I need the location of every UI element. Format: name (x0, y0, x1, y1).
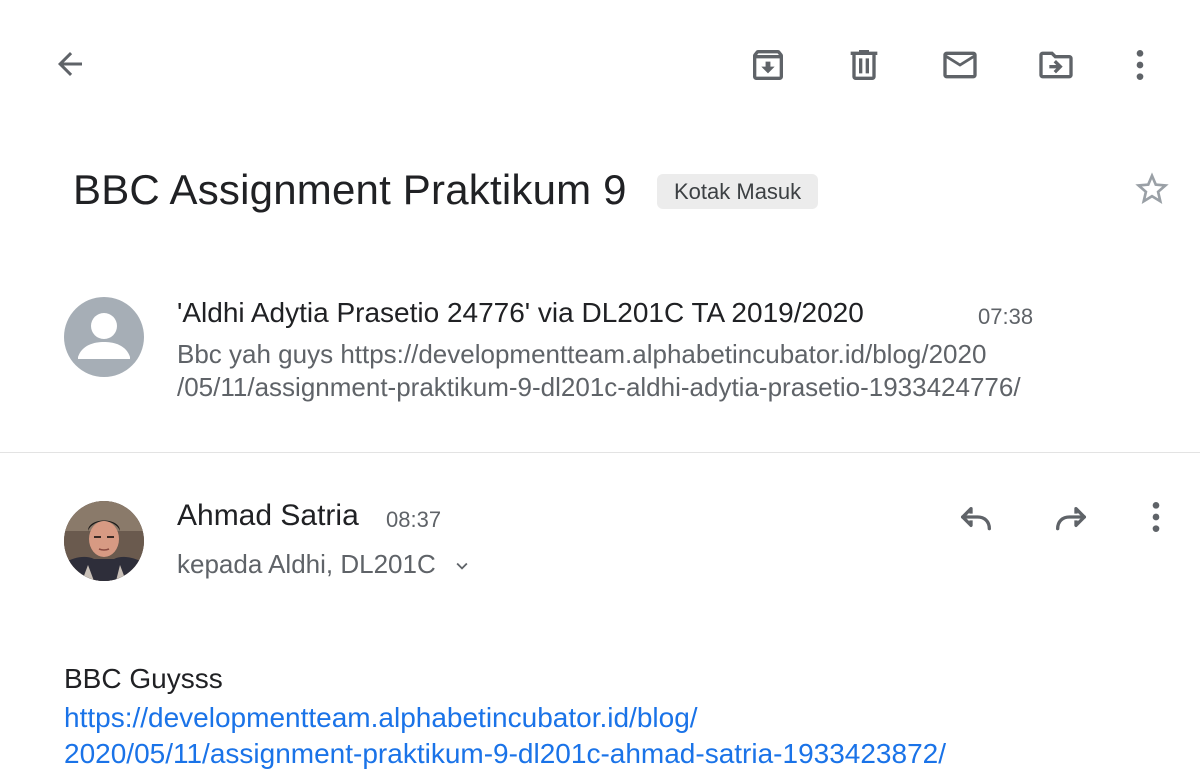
delete-button[interactable] (840, 41, 888, 89)
more-vert-icon (1136, 50, 1144, 80)
move-to-folder-icon (1039, 51, 1073, 79)
archive-icon (753, 50, 783, 80)
forward-icon (1056, 507, 1086, 531)
message-sender[interactable]: Ahmad Satria (177, 499, 359, 533)
avatar-photo-image (64, 501, 144, 581)
star-button[interactable] (1128, 165, 1176, 213)
message-sender[interactable]: 'Aldhi Adytia Prasetio 24776' via DL201C… (177, 297, 864, 329)
message-snippet[interactable]: Bbc yah guys https://developmentteam.alp… (177, 338, 1137, 404)
recipients-toggle[interactable]: kepada Aldhi, DL201C (177, 549, 473, 580)
arrow-left-icon (58, 52, 82, 76)
snippet-line: /05/11/assignment-praktikum-9-dl201c-ald… (177, 372, 1021, 402)
more-options-button[interactable] (1116, 41, 1164, 89)
message-body-link[interactable]: https://developmentteam.alphabetincubato… (64, 700, 1164, 772)
email-subject: BBC Assignment Praktikum 9 (73, 166, 627, 213)
reply-icon (961, 507, 991, 531)
back-button[interactable] (46, 40, 94, 88)
reply-button[interactable] (952, 493, 1000, 541)
more-vert-icon (1152, 502, 1160, 532)
forward-button[interactable] (1047, 493, 1095, 541)
snippet-line: Bbc yah guys https://developmentteam.alp… (177, 339, 987, 369)
person-icon (78, 313, 130, 359)
trash-icon (850, 50, 878, 80)
move-to-button[interactable] (1032, 41, 1080, 89)
archive-button[interactable] (744, 41, 792, 89)
message-divider (0, 452, 1200, 453)
sender-avatar-default[interactable] (64, 297, 144, 377)
link-line: https://developmentteam.alphabetincubato… (64, 702, 698, 733)
star-outline-icon (1135, 172, 1169, 204)
message-time: 07:38 (978, 304, 1034, 329)
recipients-text: kepada Aldhi, DL201C (177, 549, 436, 579)
message-more-button[interactable] (1132, 493, 1180, 541)
mark-unread-button[interactable] (936, 41, 984, 89)
label-chip-inbox[interactable]: Kotak Masuk (657, 174, 819, 209)
mail-icon (943, 51, 977, 79)
message-time: 08:37 (386, 507, 442, 532)
sender-avatar-photo[interactable] (64, 501, 144, 581)
chevron-down-icon (456, 562, 468, 570)
message-body-text: BBC Guysss (64, 663, 223, 694)
link-line: 2020/05/11/assignment-praktikum-9-dl201c… (64, 738, 946, 769)
